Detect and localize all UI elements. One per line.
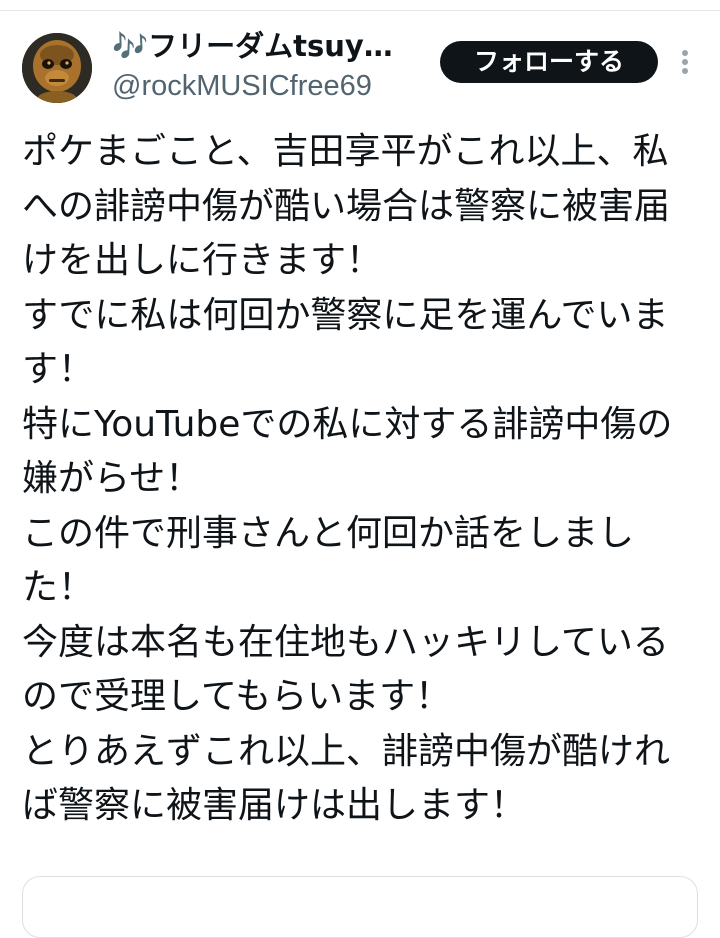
more-dot [682,59,688,65]
tweet-line: 今度は本名も在住地もハッキリしている [22,621,669,663]
tweet-line: ポケまごこと、吉田享平がこれ以上、私 [22,131,669,172]
tweet-line: た！ [22,567,95,608]
embedded-card[interactable] [22,876,698,938]
follow-button[interactable]: フォローする [440,41,658,83]
tweet-line: ば警察に被害届けは出します！ [22,785,527,826]
avatar[interactable] [22,33,92,103]
tweet-text: ポケまごこと、吉田享平がこれ以上、私 への誹謗中傷が酷い場合は警察に被害届 けを… [22,125,698,834]
more-dot [682,50,688,56]
more-dot [682,68,688,74]
tweet-line: 特にYouTubeでの私に対する誹謗中傷の [22,403,673,445]
author-handle[interactable]: @rockMUSICfree69 [112,69,372,103]
tweet-line: ので受理してもらいます！ [22,676,452,717]
tweet-line: す！ [22,349,95,390]
author-display-name[interactable]: 🎶フリーダムtsuyoshi [112,28,412,64]
tweet-line: 嫌がらせ！ [22,458,202,499]
tweet-line: この件で刑事さんと何回か話をしまし [22,512,635,554]
monkey-avatar-icon [22,33,92,103]
tweet-line: とりあえずこれ以上、誹謗中傷が酷けれ [22,730,671,772]
tweet-line: けを出しに行きます！ [22,240,383,281]
tweet-header: 🎶フリーダムtsuyoshi @rockMUSICfree69 フォローする [0,0,720,120]
tweet-line: すでに私は何回か警察に足を運んでいま [22,294,669,336]
tweet-line: への誹謗中傷が酷い場合は警察に被害届 [22,185,671,227]
more-options-icon[interactable] [670,44,700,78]
